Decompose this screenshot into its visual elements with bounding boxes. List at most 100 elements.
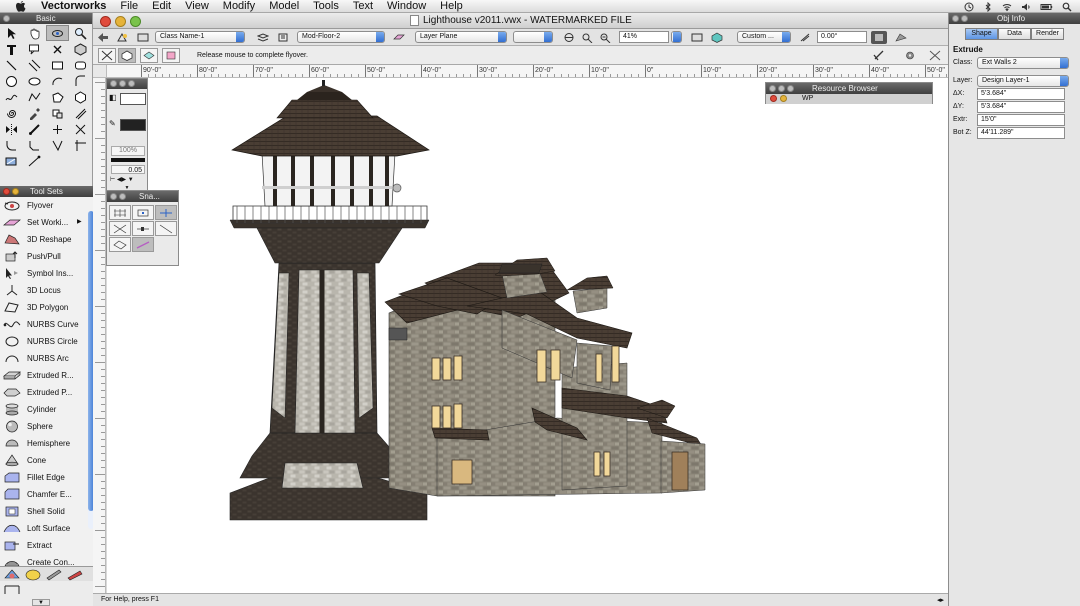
snap-distance-icon[interactable] — [132, 221, 154, 236]
tool-sphere[interactable]: Sphere — [0, 418, 96, 435]
line-weight-dropdown[interactable]: 0.05 — [111, 165, 145, 174]
minimize-icon[interactable] — [119, 80, 126, 87]
callout-tool-icon[interactable] — [23, 41, 46, 57]
tool-hemisphere[interactable]: Hemisphere — [0, 435, 96, 452]
regular-polygon-tool-icon[interactable] — [69, 89, 92, 105]
attribute-mapping-tool-icon[interactable] — [0, 153, 23, 169]
menu-tools[interactable]: Tools — [306, 0, 346, 13]
zoom-window-icon[interactable] — [130, 16, 141, 27]
tool-shell-solid[interactable]: Shell Solid — [0, 503, 96, 520]
tool-set-working-plane[interactable]: Set Worki... ▶ — [0, 214, 96, 231]
tool-nurbs-arc[interactable]: NURBS Arc — [0, 350, 96, 367]
standard-view-icon[interactable] — [561, 31, 577, 44]
document-titlebar[interactable]: Lighthouse v2011.vwx - WATERMARKED FILE — [93, 13, 948, 29]
pen-icon[interactable]: ✎ — [109, 119, 119, 131]
reshape-tool-icon[interactable] — [46, 105, 69, 121]
tab-data[interactable]: Data — [998, 27, 1031, 40]
menu-view[interactable]: View — [178, 0, 216, 13]
object-center-mode-icon[interactable] — [118, 48, 136, 63]
menu-help[interactable]: Help — [433, 0, 470, 13]
wifi-icon[interactable] — [1002, 2, 1012, 12]
bottom-z-field[interactable]: 44'11.289" — [977, 127, 1065, 139]
tool-nurbs-circle[interactable]: NURBS Circle — [0, 333, 96, 350]
line-tool-icon[interactable] — [0, 57, 23, 73]
selection-tool-icon[interactable] — [0, 25, 23, 41]
help-icon[interactable] — [927, 49, 943, 62]
projection-dropdown[interactable] — [513, 31, 553, 43]
delete-tool-icon[interactable] — [46, 41, 69, 57]
tool-extruded-rectangle[interactable]: Extruded R... — [0, 367, 96, 384]
zoom-icon[interactable] — [787, 85, 794, 92]
tool-loft-surface[interactable]: Loft Surface — [0, 520, 96, 537]
snap-intersection-icon[interactable] — [109, 221, 131, 236]
tool-extruded-polygon[interactable]: Extruded P... — [0, 384, 96, 401]
basic-palette-title[interactable]: Basic — [0, 13, 92, 24]
close-icon[interactable] — [110, 80, 117, 87]
tab-render[interactable]: Render — [1031, 27, 1064, 40]
menu-text[interactable]: Text — [346, 0, 380, 13]
render-mode-icon[interactable] — [689, 31, 705, 44]
menu-modify[interactable]: Modify — [216, 0, 262, 13]
minimize-icon[interactable] — [119, 193, 126, 200]
tool-sets-title[interactable]: Tool Sets — [0, 186, 96, 197]
minimize-icon[interactable] — [780, 95, 787, 102]
tool-chamfer-edge[interactable]: Chamfer E... — [0, 486, 96, 503]
zoom-icon[interactable] — [128, 80, 135, 87]
fillet-tool-icon[interactable] — [0, 137, 23, 153]
opacity-field[interactable]: 100% — [111, 146, 145, 156]
offset-tool-icon[interactable] — [69, 105, 92, 121]
trim-tool-icon[interactable] — [69, 137, 92, 153]
tool-flyover[interactable]: Flyover — [0, 197, 96, 214]
menu-edit[interactable]: Edit — [145, 0, 178, 13]
text-tool-icon[interactable] — [0, 41, 23, 57]
close-icon[interactable] — [770, 95, 777, 102]
tool-push-pull[interactable]: Push/Pull — [0, 248, 96, 265]
tool-3d-reshape[interactable]: 3D Reshape — [0, 231, 96, 248]
fly-icon[interactable] — [893, 31, 909, 44]
attributes-palette-title[interactable] — [107, 79, 147, 89]
close-icon[interactable] — [769, 85, 776, 92]
menu-model[interactable]: Model — [262, 0, 306, 13]
class-options-icon[interactable] — [135, 31, 151, 44]
close-icon[interactable] — [3, 188, 10, 195]
tool-fillet-edge[interactable]: Fillet Edge — [0, 469, 96, 486]
obj-info-title[interactable]: Obj Info — [949, 13, 1080, 24]
zoom-dropdown[interactable] — [671, 31, 682, 43]
site-planning-set-icon[interactable] — [24, 568, 42, 581]
tool-preferences-icon[interactable] — [871, 49, 887, 62]
layer-visibility-icon[interactable] — [255, 31, 271, 44]
layer-dropdown[interactable]: Design Layer-1 — [977, 75, 1069, 87]
spotlight-icon[interactable] — [1062, 2, 1072, 12]
settings-gear-icon[interactable] — [899, 49, 921, 62]
working-plane-icon[interactable] — [391, 31, 407, 44]
circle-tool-icon[interactable] — [0, 73, 23, 89]
freehand-tool-icon[interactable] — [0, 89, 23, 105]
snap-angle-icon[interactable] — [155, 205, 177, 220]
close-icon[interactable] — [110, 193, 117, 200]
dimension-tool-icon[interactable] — [23, 153, 46, 169]
spiral-tool-icon[interactable] — [0, 105, 23, 121]
layer-options-icon[interactable] — [275, 31, 291, 44]
view-dropdown[interactable]: Custom ... — [737, 31, 791, 43]
menu-window[interactable]: Window — [380, 0, 433, 13]
tab-shape[interactable]: Shape — [965, 27, 998, 40]
minimize-icon[interactable] — [778, 85, 785, 92]
flyover-mode-icon[interactable] — [98, 48, 116, 63]
view-center-mode-icon[interactable] — [140, 48, 158, 63]
extrude-field[interactable]: 15'0" — [977, 114, 1065, 126]
snap-smart-points-icon[interactable] — [109, 237, 131, 252]
chamfer-tool-icon[interactable] — [23, 137, 46, 153]
minimize-icon[interactable] — [961, 15, 968, 22]
working-plane-mode-icon[interactable] — [162, 48, 180, 63]
zoom-in-icon[interactable] — [579, 31, 595, 44]
building-shell-set-icon[interactable] — [66, 568, 84, 581]
arrowheads-control[interactable]: ⊢ ◀▶ ▼ — [110, 176, 146, 185]
tool-symbol-insertion[interactable]: Symbol Ins... — [0, 265, 96, 282]
polyline-tool-icon[interactable] — [23, 89, 46, 105]
dims-notes-set-icon[interactable] — [3, 583, 21, 596]
tool-nurbs-curve[interactable]: NURBS Curve — [0, 316, 96, 333]
active-layer-dropdown[interactable]: Mod-Floor-2 — [297, 31, 385, 43]
clip-tool-icon[interactable] — [46, 137, 69, 153]
battery-icon[interactable] — [1040, 2, 1053, 12]
3d-modeling-set-icon[interactable] — [3, 568, 21, 581]
